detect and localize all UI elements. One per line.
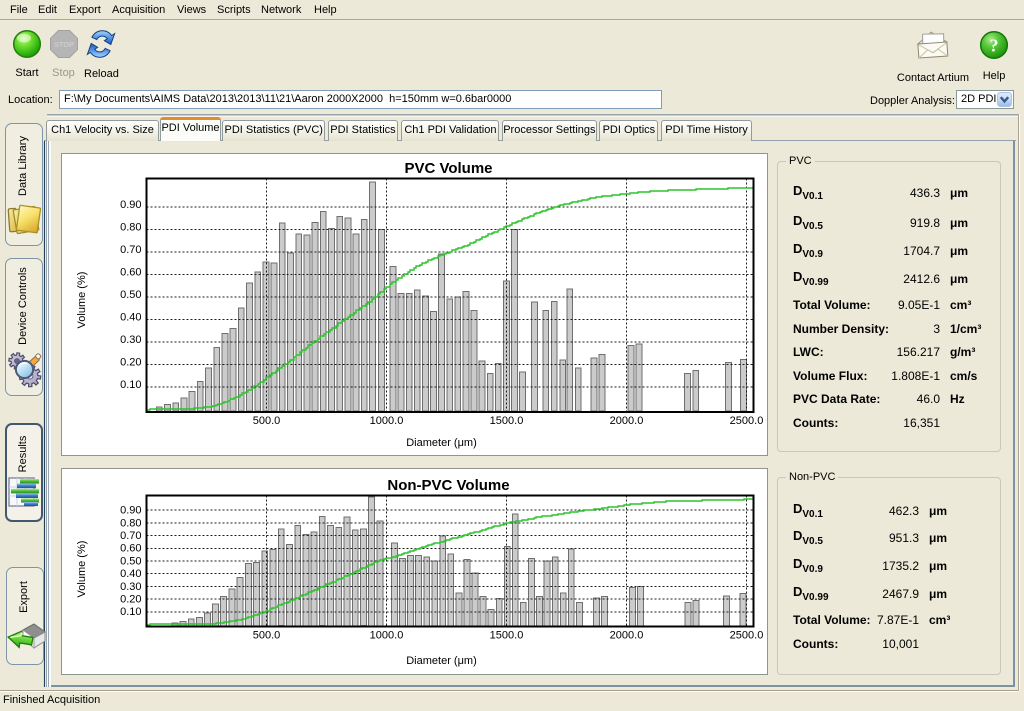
svg-text:500.0: 500.0 [252, 415, 280, 427]
svg-text:0.60: 0.60 [120, 266, 141, 278]
svg-text:2000.0: 2000.0 [609, 630, 643, 642]
svg-text:500.0: 500.0 [252, 630, 280, 642]
svg-text:0.40: 0.40 [120, 568, 141, 580]
svg-text:0.10: 0.10 [120, 379, 141, 391]
svg-text:1000.0: 1000.0 [369, 630, 403, 642]
svg-text:0.80: 0.80 [120, 517, 141, 529]
svg-text:0.30: 0.30 [120, 581, 141, 593]
svg-text:1000.0: 1000.0 [369, 415, 403, 427]
svg-text:0.40: 0.40 [120, 311, 141, 323]
svg-text:0.50: 0.50 [120, 289, 141, 301]
svg-text:1500.0: 1500.0 [489, 415, 523, 427]
svg-text:0.20: 0.20 [120, 594, 141, 606]
svg-text:0.60: 0.60 [120, 543, 141, 555]
svg-text:STOP: STOP [53, 40, 73, 49]
svg-text:1500.0: 1500.0 [489, 630, 523, 642]
svg-text:0.10: 0.10 [120, 606, 141, 618]
svg-text:0.30: 0.30 [120, 334, 141, 346]
svg-text:2500.0: 2500.0 [729, 630, 763, 642]
svg-text:0.20: 0.20 [120, 356, 141, 368]
svg-text:0.70: 0.70 [120, 244, 141, 256]
svg-text:2500.0: 2500.0 [729, 415, 763, 427]
svg-text:0.50: 0.50 [120, 555, 141, 567]
svg-text:?: ? [990, 36, 999, 56]
svg-text:0.90: 0.90 [120, 505, 141, 517]
svg-text:2000.0: 2000.0 [609, 415, 643, 427]
svg-text:0.70: 0.70 [120, 530, 141, 542]
svg-text:0.80: 0.80 [120, 221, 141, 233]
svg-text:0.90: 0.90 [120, 199, 141, 211]
